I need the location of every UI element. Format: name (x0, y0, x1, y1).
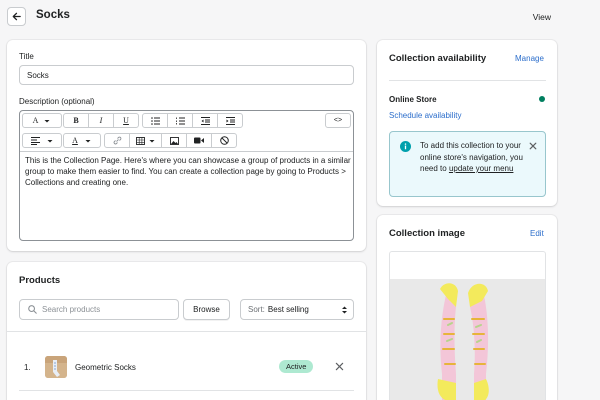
products-divider (7, 331, 366, 332)
image-icon (169, 136, 179, 145)
indent-icon (225, 116, 235, 125)
title-input[interactable]: Socks (19, 65, 354, 85)
products-heading: Products (19, 275, 61, 286)
chevron-down-icon (85, 139, 91, 142)
collection-image-frame[interactable] (389, 251, 546, 400)
arrow-left-icon (12, 12, 21, 21)
underline-button[interactable]: U (113, 113, 139, 128)
description-text[interactable]: This is the Collection Page. Here's wher… (25, 155, 352, 188)
product-index: 1. (24, 363, 31, 372)
status-badge: Active (279, 360, 314, 373)
edit-image-link[interactable]: Edit (530, 229, 544, 238)
sort-label: Sort: (248, 305, 265, 314)
search-products-input[interactable]: Search products (19, 299, 179, 320)
sock-photo-image (45, 356, 67, 378)
video-icon (194, 137, 204, 144)
sort-value: Best selling (267, 305, 309, 314)
indent-button[interactable] (217, 113, 243, 128)
close-icon[interactable] (335, 362, 344, 371)
products-list-divider (19, 390, 354, 391)
channel-status-dot (539, 96, 545, 102)
search-placeholder: Search products (42, 305, 101, 314)
product-row[interactable]: 1. Geometric Socks Active (7, 348, 366, 386)
italic-icon: I (99, 116, 103, 125)
select-arrows-icon (342, 306, 347, 314)
sort-select[interactable]: Sort: Best selling (240, 299, 354, 320)
chevron-down-icon (47, 139, 52, 142)
bold-icon: B (73, 116, 79, 125)
image-button[interactable] (161, 133, 187, 148)
clear-format-button[interactable] (211, 133, 237, 148)
info-icon (400, 141, 411, 152)
collection-photo-image (390, 279, 545, 400)
chevron-down-icon (149, 139, 154, 142)
font-button[interactable]: A (22, 113, 62, 128)
editor-toolbar-divider (20, 151, 353, 152)
outdent-icon (200, 116, 210, 125)
page-title: Socks (36, 9, 70, 21)
code-view-button[interactable]: <> (325, 113, 351, 128)
text-color-button[interactable]: A (63, 133, 101, 148)
font-icon: A (32, 116, 39, 125)
browse-button[interactable]: Browse (183, 299, 230, 320)
link-icon (113, 136, 121, 145)
align-icon (30, 136, 40, 145)
view-button[interactable]: View (533, 12, 551, 22)
manage-link[interactable]: Manage (515, 54, 544, 63)
browse-label: Browse (193, 305, 220, 314)
clear-format-icon (219, 136, 229, 145)
outdent-button[interactable] (192, 113, 218, 128)
table-icon (135, 136, 145, 145)
online-store-channel: Online Store (389, 95, 437, 104)
title-label: Title (19, 52, 34, 61)
italic-button[interactable]: I (88, 113, 114, 128)
product-thumbnail[interactable] (45, 356, 67, 378)
underline-icon: U (123, 116, 129, 125)
link-button[interactable] (104, 133, 130, 148)
availability-heading: Collection availability (389, 53, 487, 64)
back-button[interactable] (7, 7, 26, 26)
bulleted-list-icon (150, 116, 160, 125)
bold-button[interactable]: B (63, 113, 89, 128)
update-menu-link[interactable]: update your menu (449, 164, 514, 173)
banner-text: To add this collection to your online st… (420, 140, 532, 175)
code-view-icon: <> (333, 117, 343, 124)
top-bar: Socks View (0, 0, 600, 34)
close-icon[interactable] (529, 142, 537, 150)
rich-text-editor[interactable]: A B I U <> A This is the Collection Page… (19, 110, 354, 241)
product-name[interactable]: Geometric Socks (75, 363, 136, 372)
availability-divider (389, 80, 546, 81)
numbered-list-icon (175, 117, 185, 124)
bulleted-list-button[interactable] (142, 113, 168, 128)
search-icon (28, 305, 37, 314)
align-button[interactable] (22, 133, 62, 148)
text-color-icon: A (72, 136, 78, 145)
numbered-list-button[interactable] (167, 113, 193, 128)
video-button[interactable] (186, 133, 212, 148)
collection-image-heading: Collection image (389, 228, 466, 239)
schedule-availability-link[interactable]: Schedule availability (389, 111, 462, 120)
info-banner: To add this collection to your online st… (389, 131, 546, 197)
table-button[interactable] (129, 133, 162, 148)
description-label: Description (optional) (19, 97, 95, 106)
chevron-down-icon (44, 119, 50, 122)
